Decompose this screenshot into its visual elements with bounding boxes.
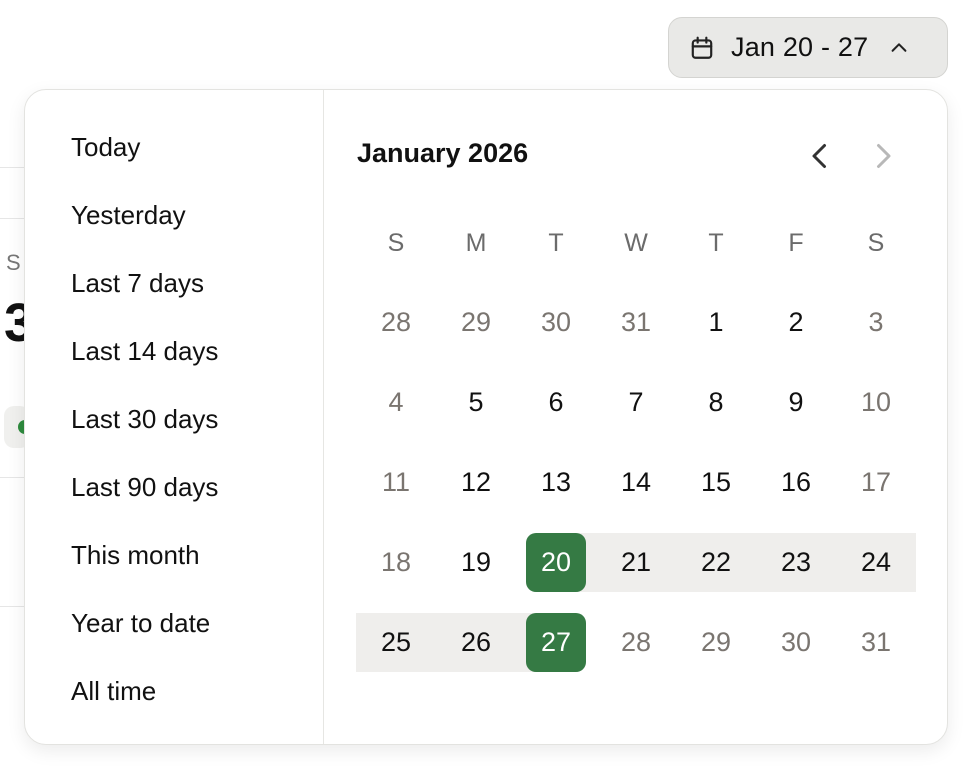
preset-all-time[interactable]: All time [71, 674, 156, 708]
day-cell[interactable]: 7 [606, 373, 666, 432]
preset-this-month[interactable]: This month [71, 538, 200, 572]
prev-month-button[interactable] [802, 138, 838, 174]
day-cell[interactable]: 18 [366, 533, 426, 592]
day-cell[interactable]: 10 [846, 373, 906, 432]
month-title: January 2026 [357, 138, 529, 168]
preset-last-7-days[interactable]: Last 7 days [71, 266, 204, 300]
chevron-right-icon [877, 144, 891, 168]
day-cell[interactable]: 29 [446, 293, 506, 352]
day-cell[interactable]: 15 [686, 453, 746, 512]
preset-last-30-days[interactable]: Last 30 days [71, 402, 218, 436]
day-cell[interactable]: 4 [366, 373, 426, 432]
day-cell[interactable]: 5 [446, 373, 506, 432]
day-cell[interactable]: 2 [766, 293, 826, 352]
day-cell[interactable]: 31 [846, 613, 906, 672]
weekday-header: M [465, 229, 487, 257]
day-cell[interactable]: 29 [686, 613, 746, 672]
preset-last-14-days[interactable]: Last 14 days [71, 334, 218, 368]
weekday-header: F [788, 229, 804, 257]
day-cell[interactable]: 17 [846, 453, 906, 512]
preset-last-90-days[interactable]: Last 90 days [71, 470, 218, 504]
day-cell[interactable]: 24 [846, 533, 906, 592]
day-cell[interactable]: 22 [686, 533, 746, 592]
next-month-button[interactable] [865, 138, 901, 174]
day-cell[interactable]: 30 [766, 613, 826, 672]
day-cell[interactable]: 11 [366, 453, 426, 512]
day-cell[interactable]: 26 [446, 613, 506, 672]
day-cell[interactable]: 14 [606, 453, 666, 512]
day-cell[interactable]: 9 [766, 373, 826, 432]
day-cell[interactable]: 28 [606, 613, 666, 672]
calendar-icon [691, 36, 713, 59]
date-picker-popover: Today Yesterday Last 7 days Last 14 days… [24, 89, 948, 745]
weekday-header: T [548, 229, 564, 257]
day-cell-range-end[interactable]: 27 [526, 613, 586, 672]
weekday-header: S [867, 229, 885, 257]
preset-list: Today Yesterday Last 7 days Last 14 days… [25, 90, 324, 744]
day-cell[interactable]: 25 [366, 613, 426, 672]
day-cell[interactable]: 21 [606, 533, 666, 592]
date-range-label: Jan 20 - 27 [731, 32, 869, 62]
chevron-up-icon [891, 42, 907, 52]
preset-today[interactable]: Today [71, 130, 140, 164]
chevron-left-icon [812, 144, 826, 168]
day-cell[interactable]: 28 [366, 293, 426, 352]
day-cell[interactable]: 19 [446, 533, 506, 592]
weekday-header: T [708, 229, 724, 257]
day-cell[interactable]: 31 [606, 293, 666, 352]
day-cell[interactable]: 13 [526, 453, 586, 512]
calendar-grid: January 2026 S M T W T F S 28 29 30 31 1 2 3 4 5 6 7 8 9 10 1… [356, 90, 916, 744]
day-cell-range-start[interactable]: 20 [526, 533, 586, 592]
day-cell[interactable]: 8 [686, 373, 746, 432]
date-range-button[interactable]: Jan 20 - 27 [668, 17, 948, 78]
preset-yesterday[interactable]: Yesterday [71, 198, 186, 232]
bg-card-label: S [6, 250, 21, 275]
preset-year-to-date[interactable]: Year to date [71, 606, 210, 640]
day-cell[interactable]: 1 [686, 293, 746, 352]
day-cell[interactable]: 3 [846, 293, 906, 352]
day-cell[interactable]: 16 [766, 453, 826, 512]
day-cell[interactable]: 30 [526, 293, 586, 352]
day-cell[interactable]: 12 [446, 453, 506, 512]
day-cell[interactable]: 6 [526, 373, 586, 432]
weekday-header: S [387, 229, 405, 257]
weekday-header: W [624, 229, 648, 257]
day-cell[interactable]: 23 [766, 533, 826, 592]
